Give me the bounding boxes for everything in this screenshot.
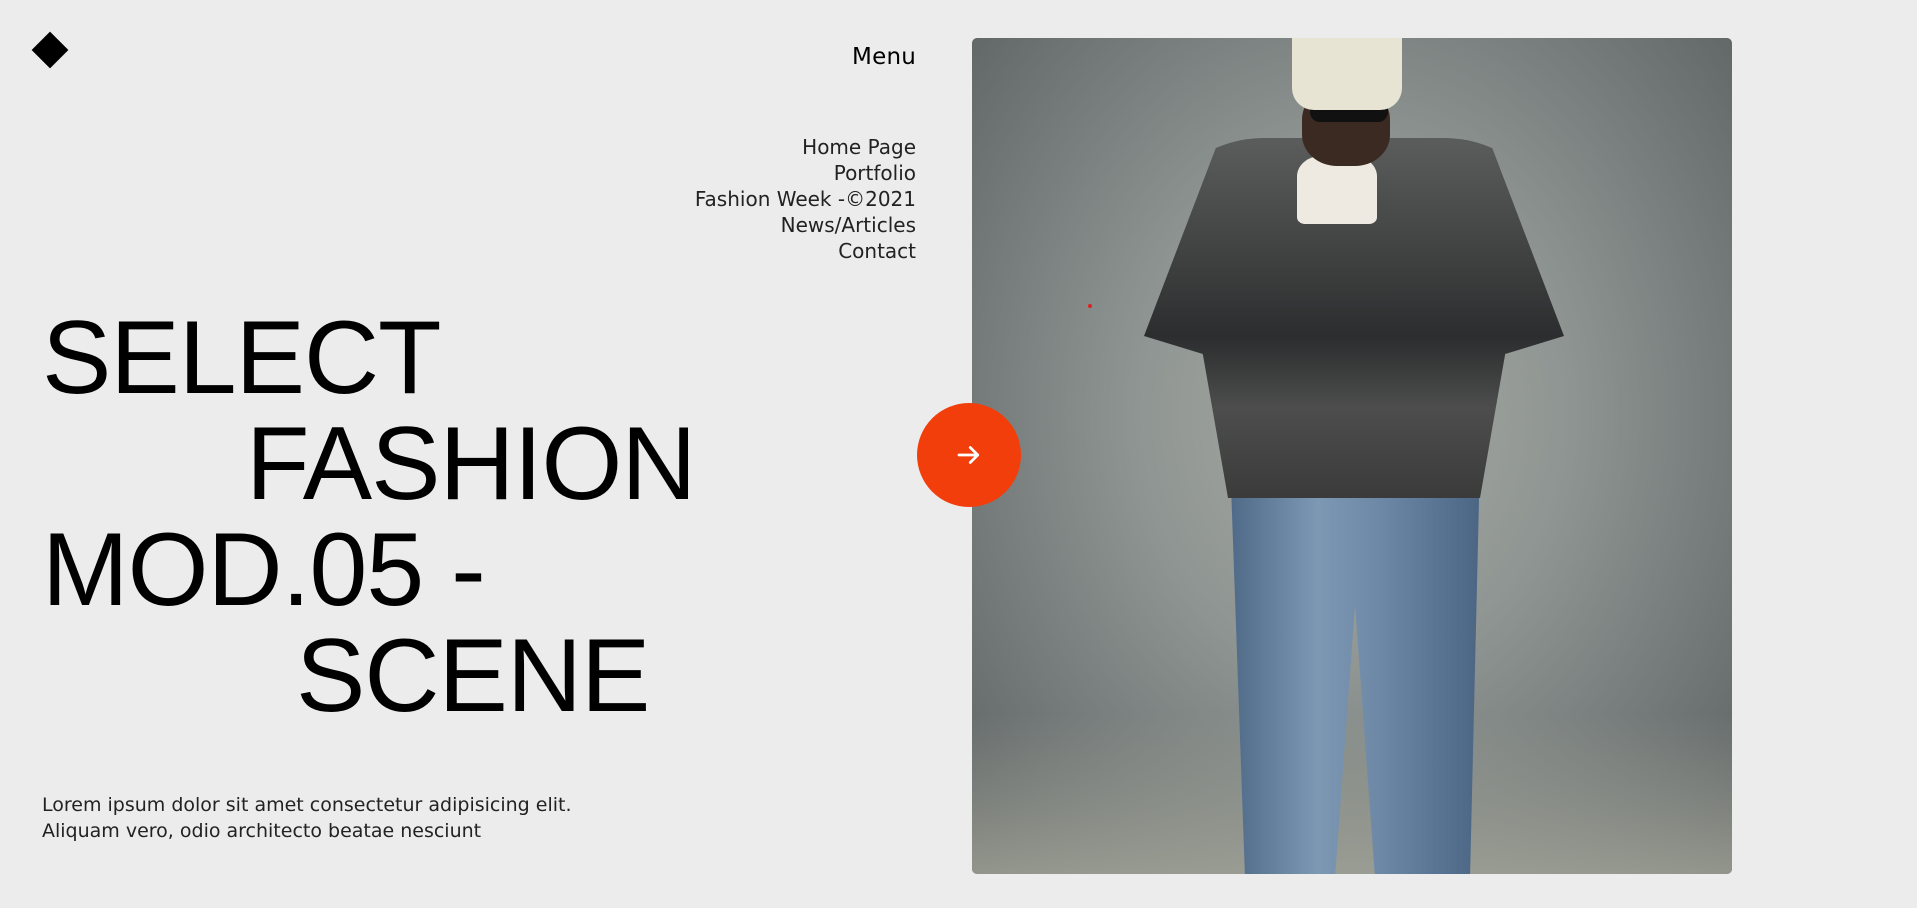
headline-line-4: SCENE [296,618,650,734]
photo-cursor-dot [1088,304,1092,308]
headline-line-2: FASHION [246,406,697,522]
nav-item-portfolio[interactable]: Portfolio [695,160,916,186]
logo[interactable] [31,31,69,69]
fashion-model-photo [972,38,1732,874]
main-nav: Home Page Portfolio Fashion Week -©2021 … [695,134,916,264]
headline-line-1: SELECT [42,300,442,416]
nav-item-fashion-week[interactable]: Fashion Week -©2021 [695,186,916,212]
hero-headline: SELECT FASHION MOD.05 - SCENE [42,300,697,734]
menu-button[interactable]: Menu [852,44,916,70]
nav-item-home-page[interactable]: Home Page [695,134,916,160]
next-slide-button[interactable] [917,403,1021,507]
nav-item-news-articles[interactable]: News/Articles [695,212,916,238]
headline-line-3: MOD.05 - [42,512,486,628]
photo-beanie [1292,38,1402,110]
photo-floor [972,714,1732,874]
diamond-icon [31,31,69,69]
hero-description: Lorem ipsum dolor sit amet consectetur a… [42,794,572,842]
photo-collar [1297,156,1377,224]
nav-item-contact[interactable]: Contact [695,238,916,264]
arrow-right-icon [957,446,980,464]
